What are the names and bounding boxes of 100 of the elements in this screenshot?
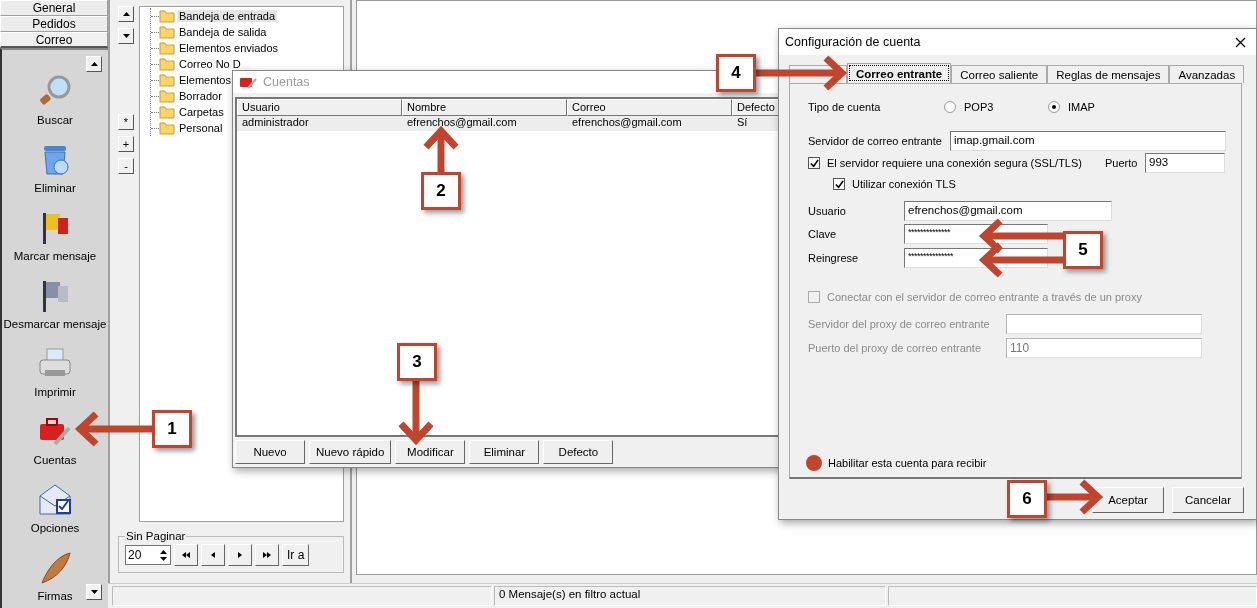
dialog-button[interactable]: Nuevo rápido [309,440,392,464]
table-cell-text: administrador [241,116,310,130]
folder-icon [159,105,175,119]
folder-icon [159,25,175,39]
caret-up-icon [122,12,130,16]
dialog-button[interactable]: Defecto [543,440,614,464]
status-text: 0 Mensaje(s) en filtro actual [494,586,886,606]
dialog-button[interactable]: Cancelar [1172,487,1244,513]
callout-number: 4 [716,54,756,92]
folder-item[interactable]: Borrador [177,90,224,102]
user-field[interactable]: efrenchos@gmail.com [904,201,1112,221]
folder-icon [159,121,175,135]
radio-button[interactable] [1048,101,1060,113]
right-icon [238,552,242,558]
toolbox-icon [239,75,257,89]
field-label: Clave [808,228,838,240]
tree-button[interactable]: + [118,136,134,152]
tool-label[interactable]: Firmas [37,590,73,602]
tab[interactable]: Correo saliente [951,65,1048,83]
move-down-button[interactable] [118,28,134,44]
tab[interactable]: Avanzadas [1169,65,1245,83]
folder-icon [159,73,175,87]
folder-item[interactable]: Correo No D [177,58,243,70]
table-cell-text: efrenchos@gmail.com [571,116,683,130]
tool-label[interactable]: Marcar mensaje [13,250,97,262]
folder-item[interactable]: Personal [177,122,225,134]
field-label: Puerto del proxy de correo entrante [808,342,983,354]
field-label: Puerto [1105,157,1139,169]
previous-page-button[interactable] [201,544,225,566]
tool-label[interactable]: Desmarcar mensaje [3,318,107,330]
folder-icon [159,9,175,23]
tool-label[interactable]: Eliminar [34,182,76,194]
scroll-down-button[interactable] [86,584,102,600]
checkbox[interactable] [808,157,820,169]
callout-number: 2 [421,172,461,210]
page-size-field[interactable]: 20 [125,545,171,565]
table-cell-text: efrenchos@gmail.com [406,116,518,130]
move-up-button[interactable] [118,6,134,22]
checkbox-label: Conectar con el servidor de correo entrante a través de un proxy [827,291,1142,303]
dialog-button[interactable]: Nuevo [235,440,305,464]
tool-label[interactable]: Imprimir [34,386,76,398]
tab[interactable]: Pedidos [0,16,108,32]
checkbox-label: Utilizar conexión TLS [852,178,956,190]
caret-down-icon [122,34,130,38]
field-label: Usuario [808,205,847,217]
checkbox-label: Habilitar esta cuenta para recibir [828,457,987,469]
tool-label[interactable]: Buscar [37,114,73,126]
tool-label[interactable]: Cuentas [33,454,77,466]
double-left-icon [182,552,190,558]
field-label: Reingrese [808,252,860,264]
folder-item[interactable]: Elementos [177,74,233,86]
go-button[interactable]: Ir a [282,544,310,566]
folder-icon [159,89,175,103]
left-icon [211,552,215,558]
folder-item[interactable]: Bandeja de salida [177,26,269,38]
group-title: Sin Paginar [125,530,187,542]
folder-icon [159,41,175,55]
folder-item[interactable]: Bandeja de entrada [177,10,278,22]
tab[interactable]: Reglas de mensajes [1047,65,1170,83]
field-label: Tipo de cuenta [808,101,882,113]
marker-dot [806,455,822,471]
close-icon[interactable] [1235,37,1246,48]
caret-down-icon [90,590,98,594]
dialog-button[interactable]: Eliminar [469,440,540,464]
column-header[interactable]: Usuario [237,99,402,116]
dialog-button[interactable]: Modificar [395,440,466,464]
folder-icon [159,57,175,71]
window-title: Cuentas [263,75,310,89]
tab[interactable]: Correo entrante [847,63,952,83]
port-field[interactable]: 993 [1145,153,1225,173]
scroll-up-button[interactable] [86,56,102,72]
spin-up-icon [160,549,167,554]
folder-item[interactable]: Carpetas [177,106,226,118]
tree-button[interactable]: * [118,114,134,130]
next-page-button[interactable] [228,544,252,566]
tab[interactable]: General [0,0,108,16]
caret-up-icon [90,62,98,66]
radio-label: POP3 [964,101,994,113]
last-page-button[interactable] [255,544,279,566]
dialog-button[interactable]: Aceptar [1092,487,1164,513]
table-cell-text: Sí [736,116,749,130]
envelope-icon [37,482,73,518]
callout-number: 1 [152,410,192,448]
callout-number: 6 [1007,480,1047,518]
folder-item[interactable]: Elementos enviados [177,42,281,54]
callout-number: 5 [1063,231,1103,269]
tree-button[interactable]: - [118,158,134,174]
server-field[interactable]: imap.gmail.com [950,131,1226,151]
first-page-button[interactable] [174,544,198,566]
field-label: Servidor del proxy de correo entrante [808,318,991,330]
tab[interactable]: Correo [0,32,108,48]
column-header[interactable]: Nombre [402,99,567,116]
checkbox-label: El servidor requiere una conexión segura (SSL/TLS) [827,157,1083,169]
radio-button[interactable] [944,101,956,113]
column-header[interactable]: Correo [567,99,732,116]
window-title: Configuración de cuenta [785,35,921,49]
callout-number: 3 [397,343,437,381]
radio-label: IMAP [1068,101,1095,113]
tool-label[interactable]: Opciones [30,522,80,534]
checkbox[interactable] [833,178,845,190]
